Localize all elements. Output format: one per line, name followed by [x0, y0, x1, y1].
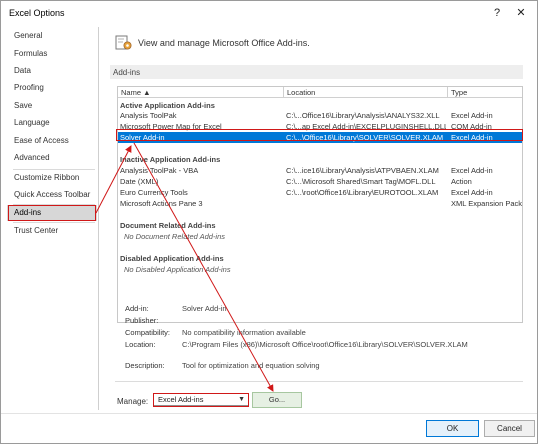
addin-location: C:\...\Microsoft Shared\Smart Tag\MOFL.D…	[286, 177, 436, 186]
empty-text: No Disabled Application Add-ins	[124, 265, 231, 274]
sidebar-item-data[interactable]: Data	[7, 63, 97, 79]
detail-value: Tool for optimization and equation solvi…	[182, 361, 320, 370]
annotation-box-manage-dropdown	[153, 393, 249, 407]
sidebar-item-quick-access-toolbar[interactable]: Quick Access Toolbar	[7, 187, 97, 203]
annotation-box-solver-row	[116, 129, 523, 141]
sidebar-item-advanced[interactable]: Advanced	[7, 150, 97, 166]
column-header-name[interactable]: Name ▲	[118, 87, 284, 98]
window-title: Excel Options	[9, 8, 65, 18]
footer-divider	[1, 413, 537, 414]
detail-value: Solver Add-in	[182, 304, 227, 313]
addin-name: Analysis ToolPak - VBA	[120, 166, 199, 175]
close-button[interactable]: ✕	[513, 5, 529, 21]
annotation-box-add-ins	[8, 205, 96, 221]
title-bar: Excel Options ? ✕	[1, 1, 537, 25]
empty-text: No Document Related Add-ins	[124, 232, 226, 241]
group-header-document: Document Related Add-ins	[118, 220, 522, 231]
sidebar-item-proofing[interactable]: Proofing	[7, 80, 97, 96]
add-ins-panel: View and manage Microsoft Office Add-ins…	[100, 27, 530, 415]
addin-location: C:\...Office16\Library\Analysis\ANALYS32…	[286, 111, 440, 120]
panel-header-text: View and manage Microsoft Office Add-ins…	[138, 38, 310, 48]
ok-button[interactable]: OK	[426, 420, 479, 437]
empty-message: No Document Related Add-ins	[118, 231, 522, 242]
group-label: Inactive Application Add-ins	[120, 155, 221, 164]
addin-name: Microsoft Actions Pane 3	[120, 199, 203, 208]
group-header-inactive: Inactive Application Add-ins	[118, 154, 522, 165]
add-ins-section-header: Add-ins	[110, 65, 523, 79]
addin-type: Excel Add-in	[451, 188, 493, 197]
addin-name: Euro Currency Tools	[120, 188, 188, 197]
detail-label: Location:	[125, 340, 156, 349]
list-item[interactable]: Date (XML) C:\...\Microsoft Shared\Smart…	[118, 176, 522, 187]
list-header: Name ▲ Location Type	[118, 87, 522, 98]
sidebar-item-language[interactable]: Language	[7, 115, 97, 131]
sidebar-separator	[98, 27, 99, 410]
addin-location: C:\...ice16\Library\Analysis\ATPVBAEN.XL…	[286, 166, 439, 175]
addin-type: Excel Add-in	[451, 166, 493, 175]
addin-name: Date (XML)	[120, 177, 159, 186]
sidebar-item-customize-ribbon[interactable]: Customize Ribbon	[7, 170, 97, 186]
addin-type: Action	[451, 177, 472, 186]
detail-label: Description:	[125, 361, 165, 370]
list-item[interactable]: Euro Currency Tools C:\...\root\Office16…	[118, 187, 522, 198]
sidebar-item-trust-center[interactable]: Trust Center	[7, 223, 97, 239]
addin-name: Analysis ToolPak	[120, 111, 177, 120]
sidebar-item-ease-of-access[interactable]: Ease of Access	[7, 133, 97, 149]
detail-label: Compatibility:	[125, 328, 171, 337]
list-item[interactable]: Analysis ToolPak C:\...Office16\Library\…	[118, 110, 522, 121]
list-item[interactable]: Analysis ToolPak - VBA C:\...ice16\Libra…	[118, 165, 522, 176]
group-label: Disabled Application Add-ins	[120, 254, 224, 263]
addin-type: XML Expansion Pack	[451, 199, 523, 208]
add-ins-list[interactable]: Name ▲ Location Type Active Application …	[117, 86, 523, 323]
column-header-location[interactable]: Location	[284, 87, 448, 98]
manage-divider	[115, 381, 523, 382]
detail-label: Add-in:	[125, 304, 149, 313]
excel-options-dialog: Excel Options ? ✕ General Formulas Data …	[0, 0, 538, 444]
manage-label: Manage:	[117, 397, 149, 406]
column-header-type[interactable]: Type	[448, 87, 522, 98]
go-button[interactable]: Go...	[252, 392, 302, 408]
sidebar-item-save[interactable]: Save	[7, 98, 97, 114]
group-header-disabled: Disabled Application Add-ins	[118, 253, 522, 264]
list-item[interactable]: Microsoft Actions Pane 3 XML Expansion P…	[118, 198, 522, 209]
help-button[interactable]: ?	[489, 5, 505, 21]
addin-location: C:\...\root\Office16\Library\EUROTOOL.XL…	[286, 188, 439, 197]
sidebar-item-formulas[interactable]: Formulas	[7, 46, 97, 62]
sidebar-item-general[interactable]: General	[7, 28, 97, 44]
detail-value: No compatibility information available	[182, 328, 306, 337]
detail-label: Publisher:	[125, 316, 159, 325]
detail-value: C:\Program Files (x86)\Microsoft Office\…	[182, 340, 468, 349]
empty-message: No Disabled Application Add-ins	[118, 264, 522, 275]
section-title: Add-ins	[113, 68, 141, 77]
group-label: Document Related Add-ins	[120, 221, 216, 230]
cancel-button[interactable]: Cancel	[484, 420, 535, 437]
add-ins-gear-icon	[115, 35, 132, 50]
addin-type: Excel Add-in	[451, 111, 493, 120]
